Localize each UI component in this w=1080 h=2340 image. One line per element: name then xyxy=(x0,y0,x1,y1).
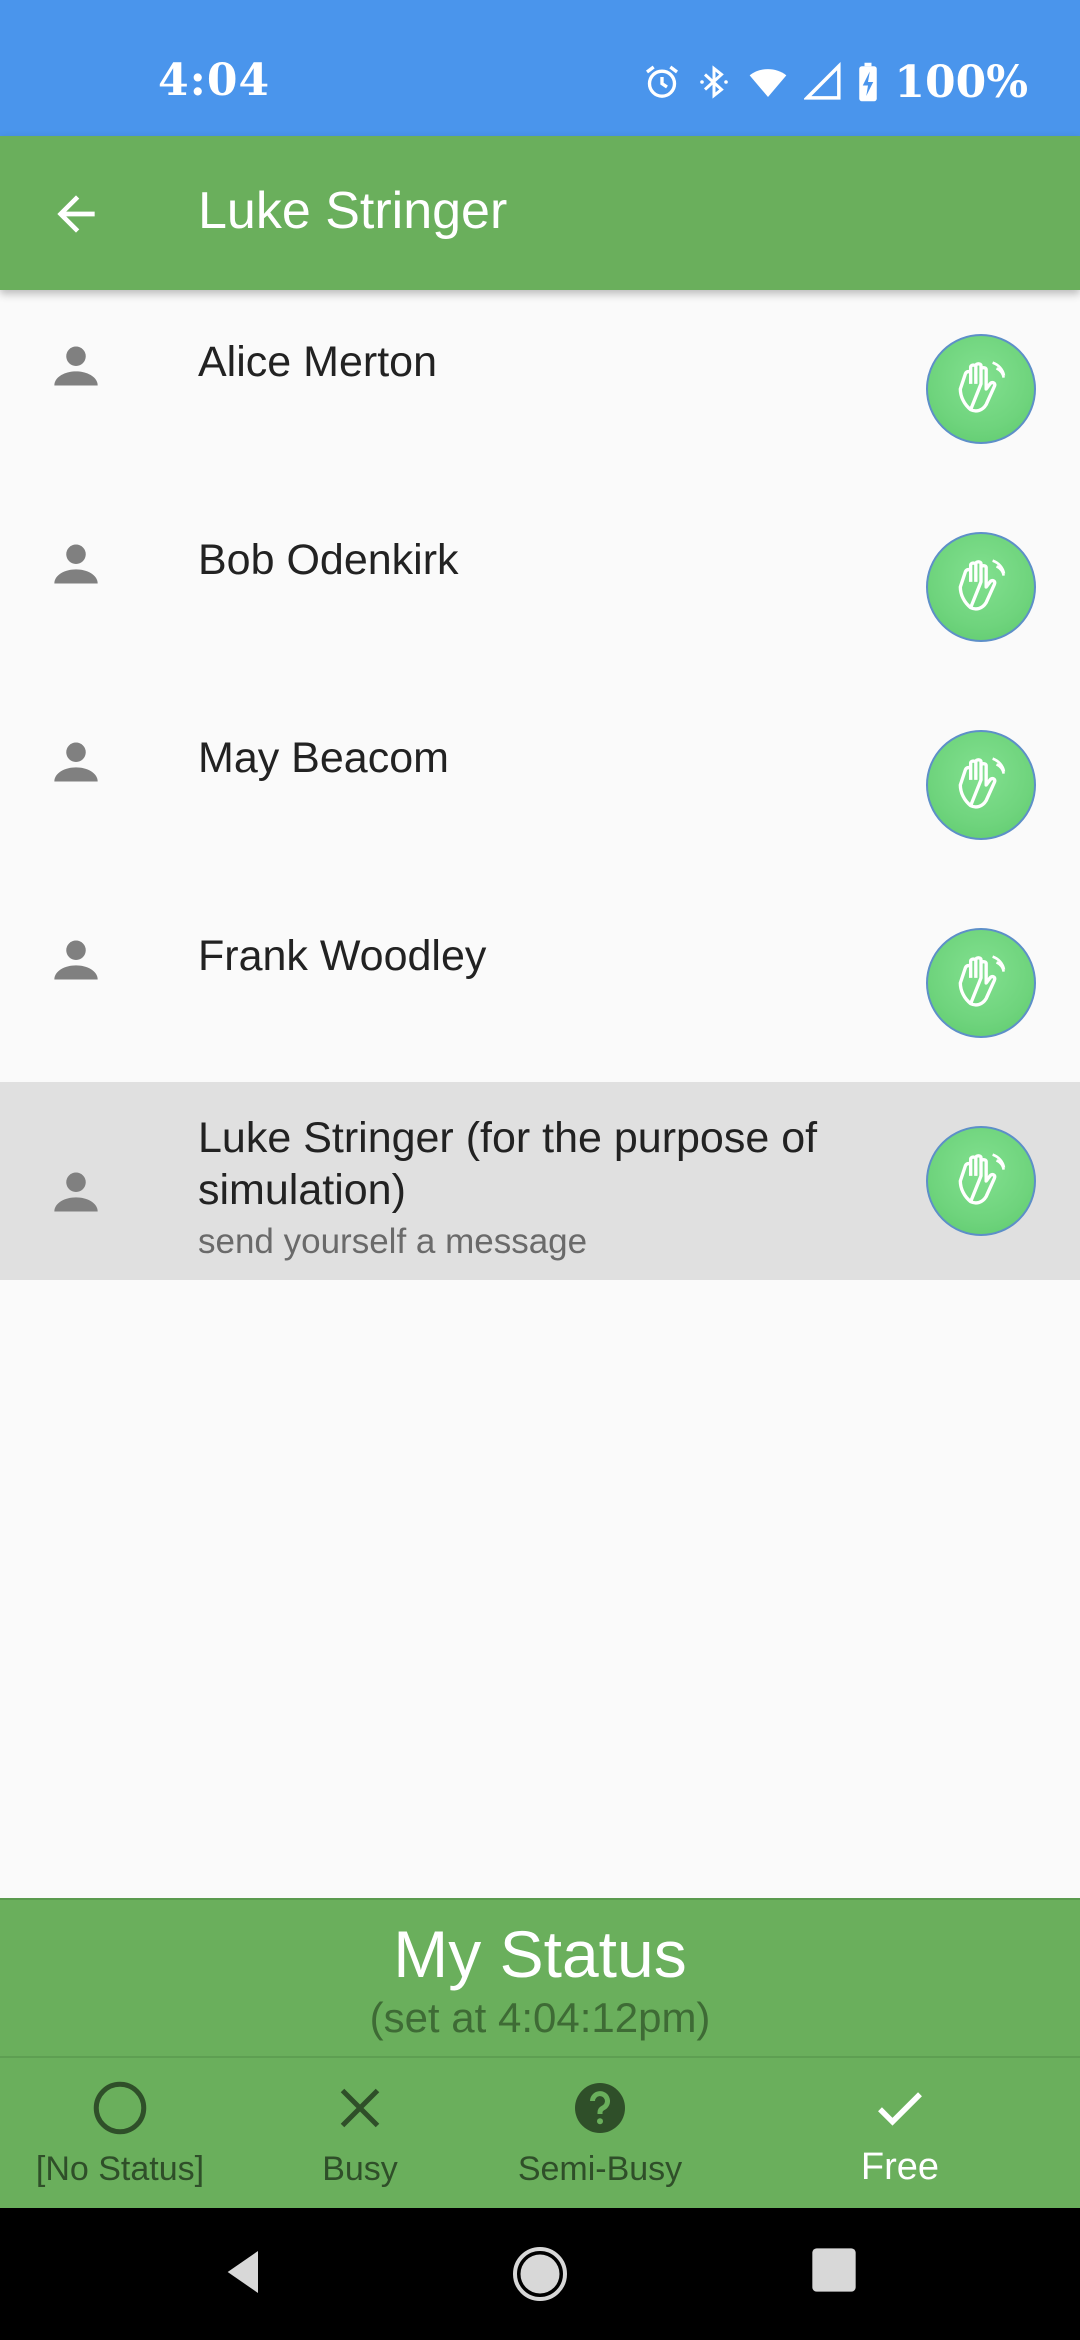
page-title: Luke Stringer xyxy=(198,182,508,240)
signal-icon xyxy=(804,62,841,100)
list-item[interactable]: Bob Odenkirk xyxy=(0,488,1080,686)
contact-name: Frank Woodley xyxy=(198,932,487,980)
status-option-no-status[interactable]: [No Status] xyxy=(0,2058,240,2210)
circle-outline-icon xyxy=(93,2081,147,2135)
triangle-back-icon xyxy=(227,2251,258,2293)
wave-button[interactable] xyxy=(926,1126,1036,1236)
status-set-time: (set at 4:04:12pm) xyxy=(369,1994,711,2041)
waving-hand-icon xyxy=(958,757,1006,809)
contact-list: Alice Merton Bob Odenkirk May Beacom Fra… xyxy=(0,290,1080,1280)
list-item-self[interactable]: Luke Stringer (for the purpose of simula… xyxy=(0,1082,1080,1280)
my-status-heading: My Status xyxy=(393,1917,687,1991)
status-icons: 100% xyxy=(642,52,1028,112)
status-option-busy[interactable]: Busy xyxy=(240,2058,480,2210)
contact-subtitle: send yourself a message xyxy=(198,1222,588,1261)
person-icon xyxy=(54,346,98,386)
status-option-semi-busy[interactable]: Semi-Busy xyxy=(480,2058,720,2210)
help-circle-icon xyxy=(575,2083,625,2133)
system-status-bar: 4:04 100% xyxy=(0,0,1080,136)
waving-hand-icon xyxy=(958,1153,1006,1205)
status-option-free[interactable]: Free xyxy=(780,2058,1020,2210)
back-button[interactable] xyxy=(48,186,104,242)
contact-name: Alice Merton xyxy=(198,338,437,386)
close-x-icon xyxy=(340,2088,380,2128)
wave-button[interactable] xyxy=(926,334,1036,444)
waving-hand-icon xyxy=(958,955,1006,1007)
arrow-left-icon xyxy=(57,195,95,233)
my-status-panel: My Status (set at 4:04:12pm) xyxy=(0,1898,1080,2058)
wave-button[interactable] xyxy=(926,730,1036,840)
system-navigation-bar xyxy=(0,2208,1080,2340)
circle-home-icon xyxy=(513,2247,567,2301)
status-option-label: Semi-Busy xyxy=(517,2150,683,2188)
nav-recents-button[interactable] xyxy=(808,2244,860,2301)
alarm-icon xyxy=(646,65,679,98)
contact-name: May Beacom xyxy=(198,734,449,782)
person-icon xyxy=(54,544,98,584)
list-item[interactable]: Alice Merton xyxy=(0,290,1080,488)
contact-name: Bob Odenkirk xyxy=(198,536,459,584)
status-option-label: Busy xyxy=(322,2150,398,2188)
person-icon xyxy=(54,940,98,980)
clock-time: 4:04 xyxy=(158,55,271,106)
app-bar: Luke Stringer xyxy=(0,136,1080,290)
person-icon xyxy=(54,1172,98,1212)
bluetooth-icon xyxy=(700,65,729,99)
status-options-bar: [No Status] Busy Semi-Busy Free xyxy=(0,2056,1080,2210)
check-icon xyxy=(878,2092,922,2126)
list-item[interactable]: Frank Woodley xyxy=(0,884,1080,1082)
battery-percent: 100% xyxy=(894,56,1028,108)
list-item[interactable]: May Beacom xyxy=(0,686,1080,884)
battery-charging-icon xyxy=(859,62,878,102)
nav-back-button[interactable] xyxy=(216,2244,272,2305)
nav-home-button[interactable] xyxy=(510,2244,570,2309)
person-icon xyxy=(54,742,98,782)
square-recents-icon xyxy=(812,2248,856,2292)
contact-name: Luke Stringer (for the purpose of simula… xyxy=(198,1114,818,1214)
wifi-icon xyxy=(750,69,787,97)
waving-hand-icon xyxy=(958,559,1006,611)
status-option-label: [No Status] xyxy=(35,2150,205,2188)
status-option-label: Free xyxy=(860,2146,940,2188)
wave-button[interactable] xyxy=(926,532,1036,642)
waving-hand-icon xyxy=(958,361,1006,413)
wave-button[interactable] xyxy=(926,928,1036,1038)
